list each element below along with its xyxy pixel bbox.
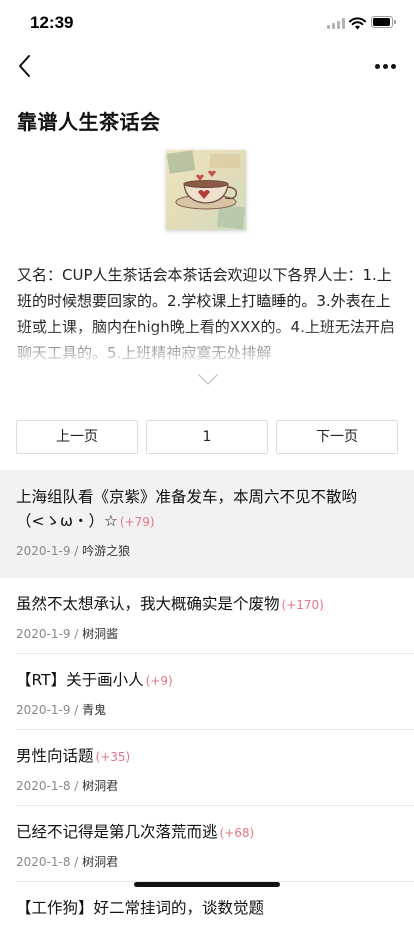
topic-date: 2020-1-9 [16, 627, 71, 641]
status-bar: 12:39 [0, 0, 414, 48]
group-description: 又名：CUP人生茶话会本茶话会欢迎以下各界人士：1.上班的时候想要回家的。2.学… [17, 266, 395, 362]
home-indicator [134, 882, 280, 887]
list-item[interactable]: 男性向话题 (+35) 2020-1-8 / 树洞君 [0, 730, 414, 806]
topic-date: 2020-1-9 [16, 703, 71, 717]
topic-author: 青鬼 [82, 703, 107, 717]
topic-date: 2020-1-9 [16, 544, 71, 558]
reply-count: (+79) [119, 515, 155, 529]
topic-meta: 2020-1-8 / 树洞君 [16, 779, 119, 793]
list-item[interactable]: 已经不记得是第几次落荒而逃 (+68) 2020-1-8 / 树洞君 [0, 806, 414, 882]
topic-title: 男性向话题 [16, 747, 94, 765]
prev-page-button[interactable]: 上一页 [16, 420, 138, 454]
teacup-cover-image [166, 150, 246, 230]
battery-icon [371, 16, 396, 28]
page-title: 靠谱人生茶话会 [17, 110, 161, 134]
topic-title-text: 【工作狗】好二常挂词的，谈数觉题 [16, 896, 398, 920]
topic-title-text: 【RT】关于画小人 (+9) [16, 668, 398, 693]
pager: 上一页 1 下一页 [16, 420, 398, 454]
status-time: 12:39 [30, 13, 74, 32]
topic-date: 2020-1-8 [16, 779, 71, 793]
reply-count: (+170) [281, 598, 324, 612]
topic-title-text: 已经不记得是第几次落荒而逃 (+68) [16, 820, 398, 845]
cellular-signal-icon [327, 18, 345, 29]
topic-author: 树洞酱 [82, 627, 119, 641]
reply-count: (+68) [219, 826, 255, 840]
topic-title-text: 虽然不太想承认，我大概确实是个废物 (+170) [16, 592, 398, 617]
topic-title: 上海组队看《京紫》准备发车，本周六不见不散哟（<ゝω・）☆ [16, 488, 358, 530]
list-item[interactable]: 上海组队看《京紫》准备发车，本周六不见不散哟（<ゝω・）☆ (+79) 2020-… [0, 470, 414, 578]
list-item[interactable]: 【工作狗】好二常挂词的，谈数觉题 [0, 882, 414, 936]
current-page-indicator[interactable]: 1 [146, 420, 268, 454]
topic-title: 虽然不太想承认，我大概确实是个废物 [16, 595, 280, 613]
topic-title: 【RT】关于画小人 [16, 671, 144, 689]
topic-date: 2020-1-8 [16, 855, 71, 869]
next-page-button[interactable]: 下一页 [276, 420, 398, 454]
topic-author: 树洞君 [82, 855, 119, 869]
topic-title: 【工作狗】好二常挂词的，谈数觉题 [16, 899, 265, 917]
topic-author: 吟游之狼 [82, 544, 131, 558]
wifi-icon [349, 15, 366, 30]
reply-count: (+9) [145, 674, 173, 688]
topic-list: 上海组队看《京紫》准备发车，本周六不见不散哟（<ゝω・）☆ (+79) 2020-… [0, 470, 414, 936]
topic-title-text: 上海组队看《京紫》准备发车，本周六不见不散哟（<ゝω・）☆ (+79) [16, 485, 398, 534]
more-horizontal-icon[interactable] [372, 54, 400, 78]
list-item[interactable]: 【RT】关于画小人 (+9) 2020-1-9 / 青鬼 [0, 654, 414, 730]
topic-meta: 2020-1-8 / 树洞君 [16, 855, 119, 869]
topic-meta: 2020-1-9 / 青鬼 [16, 703, 107, 717]
topic-meta: 2020-1-9 / 树洞酱 [16, 627, 119, 641]
reply-count: (+35) [95, 750, 131, 764]
topic-title-text: 男性向话题 (+35) [16, 744, 398, 769]
chevron-down-icon[interactable] [197, 372, 219, 388]
chevron-left-icon[interactable] [12, 52, 40, 80]
topic-title: 已经不记得是第几次落荒而逃 [16, 823, 218, 841]
list-item[interactable]: 虽然不太想承认，我大概确实是个废物 (+170) 2020-1-9 / 树洞酱 [0, 578, 414, 654]
nav-bar [0, 48, 414, 88]
topic-author: 树洞君 [82, 779, 119, 793]
topic-meta: 2020-1-9 / 吟游之狼 [16, 544, 131, 558]
